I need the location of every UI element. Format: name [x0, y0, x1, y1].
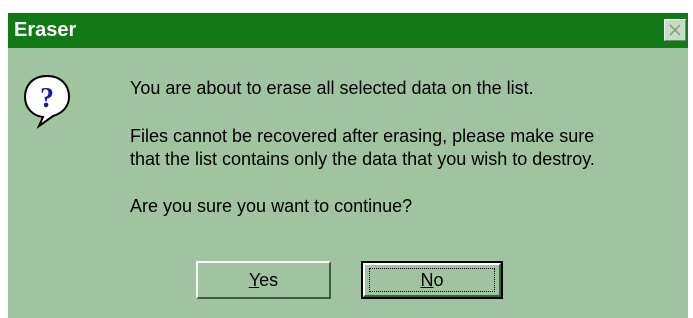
yes-label: es — [259, 270, 279, 290]
message-line-4: Are you sure you want to continue? — [130, 196, 413, 216]
window-title: Eraser — [14, 19, 77, 41]
yes-accelerator: Y — [248, 270, 260, 290]
message-line-3: that the list contains only the data tha… — [130, 149, 595, 169]
no-label: o — [433, 270, 444, 290]
close-icon — [669, 24, 681, 36]
yes-button[interactable]: Yes — [196, 261, 331, 299]
close-button[interactable] — [664, 19, 686, 41]
focus-rectangle: No — [369, 268, 495, 292]
title-bar[interactable]: Eraser — [8, 13, 688, 48]
question-icon: ? — [23, 74, 71, 129]
message-line-1: You are about to erase all selected data… — [130, 78, 534, 98]
message-line-2: Files cannot be recovered after erasing,… — [130, 126, 595, 146]
no-button[interactable]: No — [361, 261, 503, 299]
screen: Eraser ? You are about to erase all sele… — [0, 0, 693, 318]
no-accelerator: N — [420, 270, 434, 290]
svg-text:?: ? — [40, 83, 54, 114]
eraser-dialog: Eraser ? You are about to erase all sele… — [8, 13, 688, 318]
message-paragraph: Files cannot be recovered after erasing,… — [130, 125, 595, 171]
